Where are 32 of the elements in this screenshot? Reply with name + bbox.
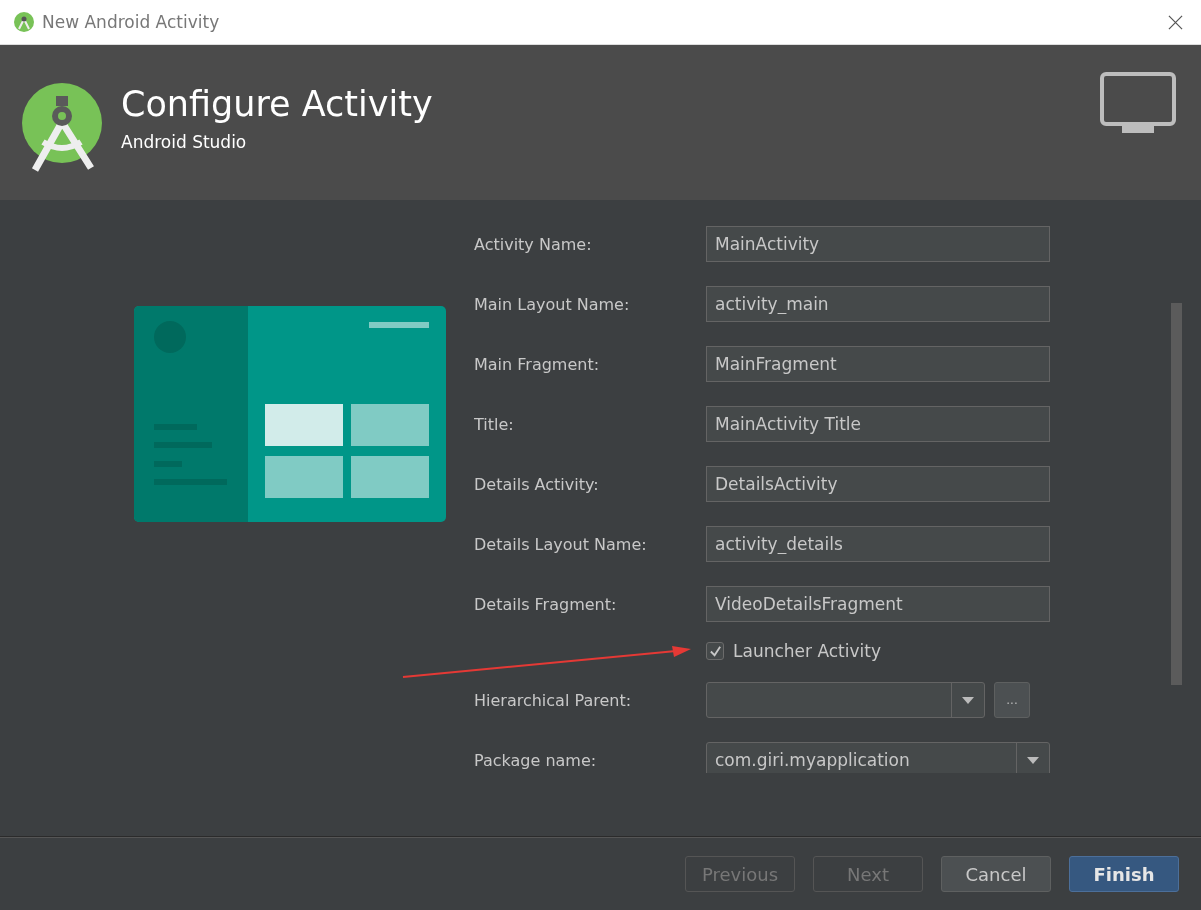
field-label: Package name:	[474, 750, 598, 770]
input-field[interactable]: activity_details	[706, 526, 1050, 562]
dialog-button[interactable]: Finish	[1069, 856, 1179, 892]
field-label: Details Layout Name:	[474, 534, 648, 554]
page-subtitle: Android Studio	[121, 131, 248, 152]
input-field[interactable]: DetailsActivity	[706, 466, 1050, 502]
browse-button[interactable]: ...	[994, 682, 1030, 718]
caret-icon	[1027, 756, 1039, 764]
field-label: Main Fragment:	[474, 354, 601, 374]
field-label: Details Activity:	[474, 474, 600, 494]
input-field[interactable]: VideoDetailsFragment	[706, 586, 1050, 622]
input-field[interactable]: MainFragment	[706, 346, 1050, 382]
caret-icon	[962, 696, 974, 704]
field-label: Main Layout Name:	[474, 294, 631, 314]
field-label: Hierarchical Parent:	[474, 690, 633, 710]
android-studio-logo-icon	[21, 81, 103, 172]
monitor-icon	[1100, 71, 1176, 134]
close-icon[interactable]	[1168, 14, 1183, 30]
field-label: Activity Name:	[474, 234, 593, 254]
window-title: New Android Activity	[42, 12, 221, 32]
input-field[interactable]: MainActivity Title	[706, 406, 1050, 442]
scrollbar[interactable]	[1171, 303, 1182, 685]
checkbox[interactable]	[706, 642, 724, 660]
checkbox-label: Launcher Activity	[733, 641, 881, 661]
android-studio-icon	[14, 12, 34, 32]
field-label: Title:	[474, 414, 515, 434]
page-title: Configure Activity	[121, 83, 434, 124]
input-field[interactable]: MainActivity	[706, 226, 1050, 262]
dropdown[interactable]: com.giri.myapplication	[706, 742, 1050, 773]
field-label: Details Fragment:	[474, 594, 618, 614]
dialog-button[interactable]: Cancel	[941, 856, 1051, 892]
input-field[interactable]: activity_main	[706, 286, 1050, 322]
